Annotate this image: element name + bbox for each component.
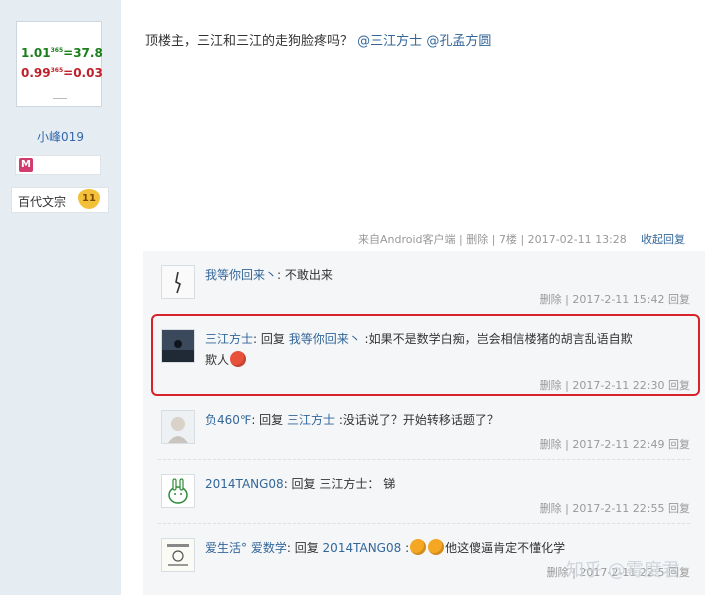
post-floor: 7楼 (498, 233, 517, 246)
post-meta: 来自Android客户端 | 删除 | 7楼 | 2017-02-11 13:2… (358, 233, 627, 246)
reply-time: 2017-2-11 15:42 (572, 293, 665, 306)
post-source: 来自Android客户端 (358, 233, 456, 246)
medal-icon[interactable]: M (19, 158, 33, 172)
anime-girl-icon (162, 411, 194, 443)
sketch-icon (162, 266, 194, 298)
avatar-formula-growth: 1.01365=37.8 (21, 46, 103, 60)
highlight-annotation (151, 314, 700, 396)
rank-label: 百代文宗 (18, 195, 67, 209)
reply-time: 2017-2-11 22:49 (572, 438, 665, 451)
list-item: 我等你回来丶: 不敢出来 删除 | 2017-2-11 15:42 回复 (143, 251, 705, 315)
collapse-reply-button[interactable]: 收起回复 (641, 231, 685, 247)
rabbit-icon (162, 475, 194, 507)
reply-content: 负460℉: 回复 三江方士 :没话说了？开始转移话题了？ (205, 411, 499, 428)
author-username[interactable]: 小峰019 (0, 128, 121, 145)
list-item: 负460℉: 回复 三江方士 :没话说了？开始转移话题了？ 删除 | 2017-… (143, 396, 705, 460)
post-text: 顶楼主，三江和三江的走狗脸疼吗？ (145, 34, 354, 49)
reply-text: :没话说了？开始转移话题了？ (338, 413, 499, 427)
reply-meta: 删除 | 2017-2-11 15:42 回复 (539, 293, 690, 306)
reply-target[interactable]: 三江方士 (319, 477, 367, 491)
reply-target[interactable]: 2014TANG08 (323, 541, 402, 555)
reply-text: : 不敢出来 (277, 268, 333, 282)
reply-author[interactable]: 2014TANG08 (205, 477, 284, 491)
mention-link[interactable]: @三江方士 (357, 34, 422, 49)
reply-avatar[interactable] (161, 410, 195, 444)
post-delete-link[interactable]: 删除 (466, 233, 488, 246)
avatar-formula-decline: 0.99365=0.03 (21, 66, 103, 80)
watermark: 知乎 @霉度君 (566, 560, 680, 581)
laughing-emoji-icon (410, 539, 427, 555)
author-avatar[interactable]: 1.01365=37.8 0.99365=0.03 (16, 21, 103, 107)
reply-author[interactable]: 爱生活° (205, 541, 247, 555)
level-badge-icon: 11 (78, 189, 100, 209)
mention-link[interactable]: @孔孟方圆 (426, 34, 491, 49)
medal-box: M (15, 155, 101, 175)
reply-word: : 回复 (286, 541, 319, 555)
reply-button[interactable]: 回复 (668, 293, 690, 306)
reply-delete-link[interactable]: 删除 (540, 502, 562, 515)
reply-delete-link[interactable]: 删除 (540, 438, 562, 451)
reply-meta: 删除 | 2017-2-11 22:49 回复 (539, 438, 690, 451)
reply-list: 我等你回来丶: 不敢出来 删除 | 2017-2-11 15:42 回复 三江方… (143, 251, 705, 595)
reply-meta: 删除 | 2017-2-11 22:55 回复 (539, 502, 690, 515)
post-time: 2017-02-11 13:28 (527, 233, 627, 246)
reply-time: 2017-2-11 22:55 (572, 502, 665, 515)
reply-avatar[interactable] (161, 265, 195, 299)
reply-avatar[interactable] (161, 474, 195, 508)
reply-button[interactable]: 回复 (668, 438, 690, 451)
reply-word: : 回复 (251, 413, 284, 427)
reply-delete-link[interactable]: 删除 (540, 293, 562, 306)
cartoon-icon (162, 539, 194, 571)
reply-word: : 回复 (283, 477, 316, 491)
reply-text: ： 锑 (367, 477, 396, 491)
reply-author-suffix[interactable]: 爱数学 (251, 541, 287, 555)
reply-button[interactable]: 回复 (668, 502, 690, 515)
reply-content: 爱生活° 爱数学: 回复 2014TANG08 : 他这傻逼肯定不懂化学 (205, 539, 566, 555)
reply-author[interactable]: 负460℉ (205, 413, 251, 427)
reply-target[interactable]: 三江方士 (287, 413, 335, 427)
list-item: 2014TANG08: 回复 三江方士： 锑 删除 | 2017-2-11 22… (143, 460, 705, 524)
reply-author[interactable]: 我等你回来丶 (205, 268, 277, 282)
reply-text: 他这傻逼肯定不懂化学 (445, 541, 566, 555)
avatar-divider (53, 98, 67, 99)
reply-content: 2014TANG08: 回复 三江方士： 锑 (205, 475, 395, 492)
reply-avatar[interactable] (161, 538, 195, 572)
reply-content: 我等你回来丶: 不敢出来 (205, 266, 333, 283)
laughing-emoji-icon (428, 539, 445, 555)
post-content: 顶楼主，三江和三江的走狗脸疼吗？ @三江方士 @孔孟方圆 (145, 30, 491, 49)
author-sidebar: 1.01365=37.8 0.99365=0.03 小峰019 M 百代文宗 1… (0, 0, 121, 595)
rank-box[interactable]: 百代文宗 11 (11, 187, 109, 213)
